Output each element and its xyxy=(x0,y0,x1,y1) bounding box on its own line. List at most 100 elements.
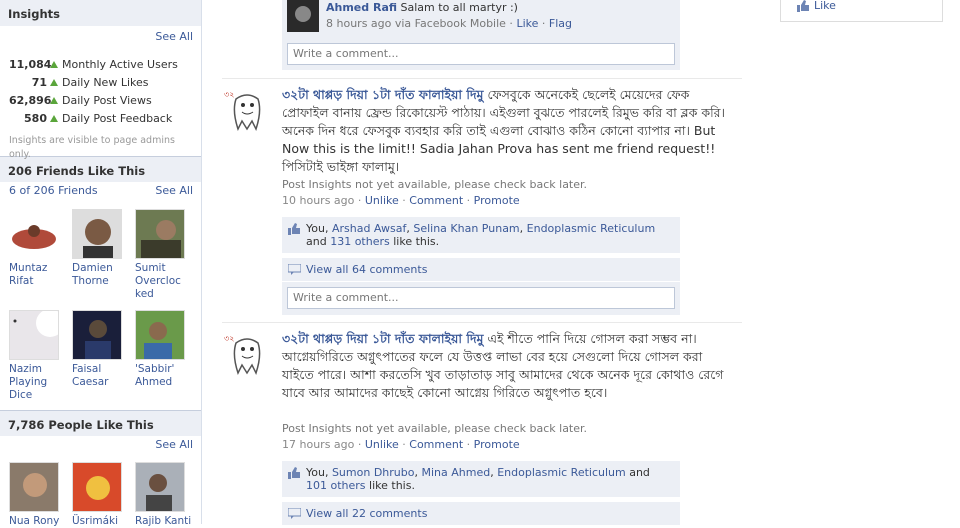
person-name[interactable]: Rajib Kanti xyxy=(135,515,195,528)
comment-input[interactable]: Write a comment... xyxy=(287,287,675,309)
stat-row: 62,896 Daily Post Views xyxy=(0,94,201,112)
unlike-link[interactable]: Unlike xyxy=(365,194,399,207)
page-avatar[interactable]: ৩২ xyxy=(222,329,272,379)
friend-avatar[interactable] xyxy=(9,310,59,360)
person-tile[interactable]: Üsrimáki xyxy=(72,462,132,528)
friends-count-link[interactable]: 6 of 206 Friends xyxy=(9,184,98,197)
liker-link[interactable]: Selina Khan Punam xyxy=(413,222,519,235)
svg-text:৩২: ৩২ xyxy=(224,90,234,99)
comment-line: Ahmed Rafi Salam to all martyr :) xyxy=(326,1,518,14)
friend-photo-icon xyxy=(73,210,121,258)
person-name[interactable]: Nua Rony xyxy=(9,515,69,528)
person-avatar[interactable] xyxy=(135,462,185,512)
person-photo-icon xyxy=(10,463,58,511)
commenter-avatar[interactable] xyxy=(287,0,319,32)
friend-photo-icon xyxy=(136,311,184,359)
post-actions: 10 hours ago · Unlike · Comment · Promot… xyxy=(282,194,520,207)
person-photo-icon xyxy=(136,463,184,511)
person-avatar[interactable] xyxy=(9,462,59,512)
view-all-comments[interactable]: View all 22 comments xyxy=(282,501,680,525)
right-like-thumb-icon xyxy=(797,0,810,15)
view-all-comments[interactable]: View all 64 comments xyxy=(282,257,680,281)
liker-link[interactable]: Arshad Awsaf xyxy=(332,222,406,235)
likes-others-link[interactable]: 131 others xyxy=(330,235,390,248)
stat-number: 580 xyxy=(24,112,47,125)
people-seeall-row: See All xyxy=(0,436,201,453)
comment-author[interactable]: Ahmed Rafi xyxy=(326,1,397,14)
post-time[interactable]: 10 hours ago xyxy=(282,194,354,207)
friend-name[interactable]: 'Sabbir' Ahmed xyxy=(135,363,195,389)
people-see-all-link[interactable]: See All xyxy=(155,438,193,451)
stat-row: 11,084 Monthly Active Users xyxy=(0,58,201,76)
page-avatar[interactable]: ৩২ xyxy=(222,85,272,135)
stat-label: Monthly Active Users xyxy=(62,58,178,71)
liker-link[interactable]: Mina Ahmed xyxy=(421,466,490,479)
likes-prefix: You, xyxy=(306,466,332,479)
friend-tile[interactable]: Muntaz Rifat xyxy=(9,209,69,288)
comment-link[interactable]: Comment xyxy=(409,194,463,207)
liker-link[interactable]: Endoplasmic Reticulum xyxy=(497,466,626,479)
friends-see-all-link[interactable]: See All xyxy=(155,184,193,197)
right-like-link[interactable]: Like xyxy=(814,0,836,12)
friend-avatar[interactable] xyxy=(135,209,185,259)
friend-name[interactable]: Muntaz Rifat xyxy=(9,262,69,288)
likes-summary: You, Sumon Dhrubo, Mina Ahmed, Endoplasm… xyxy=(282,461,680,497)
friend-avatar[interactable] xyxy=(72,209,122,259)
stat-row: 71 Daily New Likes xyxy=(0,76,201,94)
likes-and: and xyxy=(625,466,650,479)
friend-tile[interactable]: Nazim Playing Dice xyxy=(9,310,69,402)
top-comment-write-wrap: Write a comment... xyxy=(282,38,680,70)
like-thumb-icon xyxy=(288,223,300,235)
post-author[interactable]: ৩২টা থাপ্পড় দিয়া ১টা দাঁত ফালাইয়া দিম… xyxy=(282,331,483,346)
people-like-header: 7,786 People Like This xyxy=(0,410,201,436)
friend-name[interactable]: Damien Thorne xyxy=(72,262,132,288)
comment-like-link[interactable]: Like xyxy=(516,17,538,30)
likes-and: and xyxy=(306,235,331,248)
insights-stats: 11,084 Monthly Active Users 71 Daily New L… xyxy=(0,48,201,130)
page-post: ৩২ ৩২টা থাপ্পড় দিয়া ১টা দাঁত ফালাইয়া … xyxy=(222,322,742,525)
person-name[interactable]: Üsrimáki xyxy=(72,515,132,528)
post-time[interactable]: 17 hours ago xyxy=(282,438,354,451)
person-tile[interactable]: Nua Rony xyxy=(9,462,69,528)
friend-name[interactable]: Sumit Overcloc ked xyxy=(135,262,195,301)
friend-avatar[interactable] xyxy=(135,310,185,360)
comment-bubble-icon xyxy=(288,508,301,519)
friend-photo-icon xyxy=(10,311,58,359)
promote-link[interactable]: Promote xyxy=(474,194,520,207)
person-tile[interactable]: Rajib Kanti xyxy=(135,462,195,528)
liker-link[interactable]: Sumon Dhrubo xyxy=(332,466,415,479)
comment-bubble-icon xyxy=(288,264,301,275)
friend-tile[interactable]: 'Sabbir' Ahmed xyxy=(135,310,195,389)
post-insights-note: Post Insights not yet available, please … xyxy=(282,422,588,435)
friends-seeall-row: 6 of 206 Friends See All xyxy=(0,182,201,199)
view-all-label[interactable]: View all 64 comments xyxy=(306,263,427,276)
friend-tile[interactable]: Faisal Caesar xyxy=(72,310,132,389)
post-insights-note: Post Insights not yet available, please … xyxy=(282,178,588,191)
insights-note: Insights are visible to page admins only… xyxy=(9,135,175,160)
post-author[interactable]: ৩২টা থাপ্পড় দিয়া ১টা দাঁত ফালাইয়া দিম… xyxy=(282,87,483,102)
promote-link[interactable]: Promote xyxy=(474,438,520,451)
insights-see-all-link[interactable]: See All xyxy=(155,30,193,43)
comment-input[interactable]: Write a comment... xyxy=(287,43,675,65)
unlike-link[interactable]: Unlike xyxy=(365,438,399,451)
comment-link[interactable]: Comment xyxy=(409,438,463,451)
up-arrow-icon xyxy=(50,97,58,104)
svg-text:৩২: ৩২ xyxy=(224,334,234,343)
up-arrow-icon xyxy=(50,115,58,122)
comment-meta: 8 hours ago via Facebook Mobile · Like ·… xyxy=(326,17,572,30)
person-avatar[interactable] xyxy=(72,462,122,512)
comment-flag-link[interactable]: Flag xyxy=(549,17,572,30)
likes-others-link[interactable]: 101 others xyxy=(306,479,366,492)
friend-photo-icon xyxy=(136,210,184,258)
friend-tile[interactable]: Sumit Overcloc ked xyxy=(135,209,195,301)
friend-avatar[interactable] xyxy=(72,310,122,360)
stat-label: Daily New Likes xyxy=(62,76,149,89)
left-sidebar: Insights See All 11,084 Monthly Active Us… xyxy=(0,0,202,527)
liker-link[interactable]: Endoplasmic Reticulum xyxy=(527,222,656,235)
friend-avatar[interactable] xyxy=(9,209,59,259)
friend-name[interactable]: Nazim Playing Dice xyxy=(9,363,69,402)
stat-number: 71 xyxy=(31,76,47,89)
view-all-label[interactable]: View all 22 comments xyxy=(306,507,427,520)
friend-tile[interactable]: Damien Thorne xyxy=(72,209,132,288)
friend-name[interactable]: Faisal Caesar xyxy=(72,363,132,389)
